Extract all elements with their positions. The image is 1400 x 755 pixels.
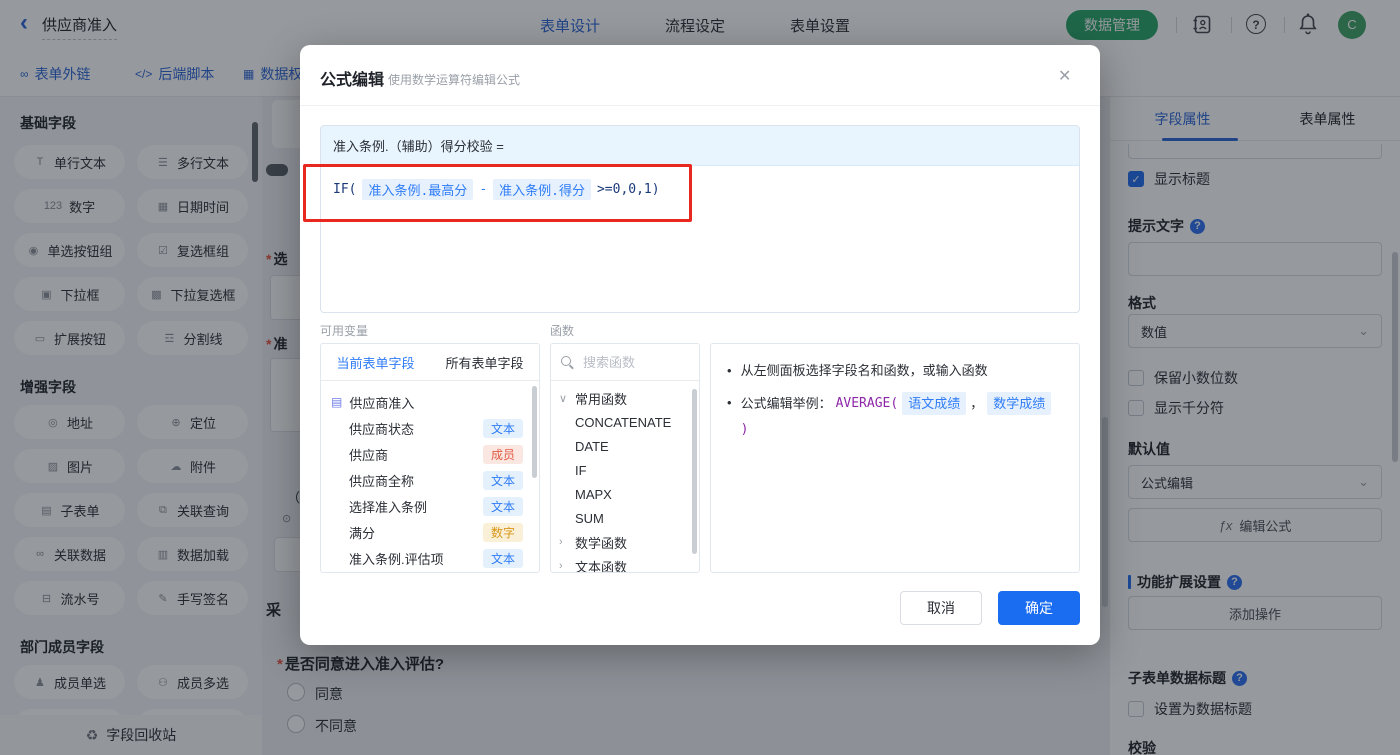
function-name: DATE [575,438,609,454]
cancel-button[interactable]: 取消 [900,591,982,625]
chevron-right-icon: › [559,536,563,548]
function-item[interactable]: IF [551,458,699,482]
function-group-label: 常用函数 [575,391,628,407]
functions-box: ∨ 常用函数 CONCATENATE DATE IF MAPX SUM › 数学… [550,343,700,573]
function-name: MAPX [575,486,612,502]
function-item[interactable]: SUM [551,506,699,530]
document-icon: ▤ [331,395,343,409]
formula-help-box: • 从左侧面板选择字段名和函数，或输入函数 • 公式编辑举例： AVERAGE(… [710,343,1080,573]
variables-tabs: 当前表单字段 所有表单字段 [321,344,539,381]
type-badge: 文本 [482,496,523,516]
variables-box: 当前表单字段 所有表单字段 ▤ 供应商准入 供应商状态 文本 供应商 成员 供应商全… [320,343,540,573]
variable-name: 供应商状态 [349,421,415,437]
variable-item[interactable]: 满分 数字 [321,519,539,545]
formula-editor-modal: 公式编辑 使用数学运算符编辑公式 ✕ 准入条例.（辅助）得分校验 = IF( 准… [300,45,1100,645]
help-text: 从左侧面板选择字段名和函数，或输入函数 [740,363,988,378]
app-root: ‹ 供应商准入 表单设计 流程设定 表单设置 数据管理 ? C ∞ 表单外链 <… [0,0,1400,755]
function-group-math[interactable]: › 数学函数 [551,530,699,554]
function-item[interactable]: MAPX [551,482,699,506]
bullet-icon: • [727,395,732,410]
variable-name: 满分 [349,525,376,541]
help-bullet-1: • 从左侧面板选择字段名和函数，或输入函数 [727,360,1063,381]
function-item[interactable]: DATE [551,434,699,458]
function-name: SUM [575,510,604,526]
help-example-chip: 数学成绩 [987,392,1052,415]
type-badge: 成员 [482,444,523,464]
help-example: 公式编辑举例： AVERAGE( 语文成绩 ， 数学成绩 ) [741,392,1063,440]
functions-label: 函数 [550,324,575,338]
function-name: IF [575,462,587,478]
chevron-right-icon: › [559,560,563,572]
variables-scrollbar[interactable] [532,386,537,478]
tab-all-form-fields[interactable]: 所有表单字段 [430,353,539,372]
function-group-label: 数学函数 [575,535,628,551]
divider [300,105,1100,106]
help-example-fn: AVERAGE( [835,396,899,411]
variable-name: 准入条例.评估项 [349,551,444,567]
function-group-text[interactable]: › 文本函数 [551,554,699,573]
variable-item[interactable]: 供应商全称 文本 [321,467,539,493]
function-search-row [551,344,699,381]
function-name: CONCATENATE [575,414,672,430]
variable-root-item[interactable]: ▤ 供应商准入 [321,389,539,415]
type-badge: 数字 [482,522,523,542]
help-example-prefix: 公式编辑举例： [740,396,832,411]
help-example-chip: 语文成绩 [902,392,967,415]
tab-current-form-fields[interactable]: 当前表单字段 [321,353,430,372]
modal-title: 公式编辑 [320,72,385,89]
help-bullet-2: • 公式编辑举例： AVERAGE( 语文成绩 ， 数学成绩 ) [727,392,1063,440]
help-example-close: ) [740,422,749,437]
variables-label: 可用变量 [320,324,369,338]
modal-subtitle: 使用数学运算符编辑公式 [388,73,521,87]
variable-item[interactable]: 准入条例.评估项 文本 [321,545,539,571]
formula-target: 准入条例.（辅助）得分校验 = [321,126,1079,166]
bullet-icon: • [727,363,732,378]
function-item[interactable]: CONCATENATE [551,410,699,434]
variable-name: 选择准入条例 [349,499,428,515]
variable-name: 供应商 [349,447,389,463]
type-badge: 文本 [482,418,523,438]
variable-root-label: 供应商准入 [349,395,415,411]
formula-target-label: 准入条例.（辅助）得分校验 = [333,139,504,154]
confirm-button[interactable]: 确定 [998,591,1080,625]
help-example-comma: ， [970,396,984,411]
chevron-down-icon: ∨ [559,392,568,405]
variable-name: 供应商全称 [349,473,415,489]
function-group-common[interactable]: ∨ 常用函数 [551,386,699,410]
type-badge: 文本 [482,470,523,490]
variable-item[interactable]: 供应商状态 文本 [321,415,539,441]
function-group-label: 文本函数 [575,559,628,573]
annotation-red-box [303,164,692,222]
variable-item[interactable]: 选择准入条例 文本 [321,493,539,519]
close-icon[interactable]: ✕ [1058,66,1071,86]
type-badge: 文本 [482,548,523,568]
functions-scrollbar[interactable] [692,389,697,554]
function-search-input[interactable] [581,353,685,371]
variable-item[interactable]: 供应商 成员 [321,441,539,467]
search-icon [561,355,574,369]
